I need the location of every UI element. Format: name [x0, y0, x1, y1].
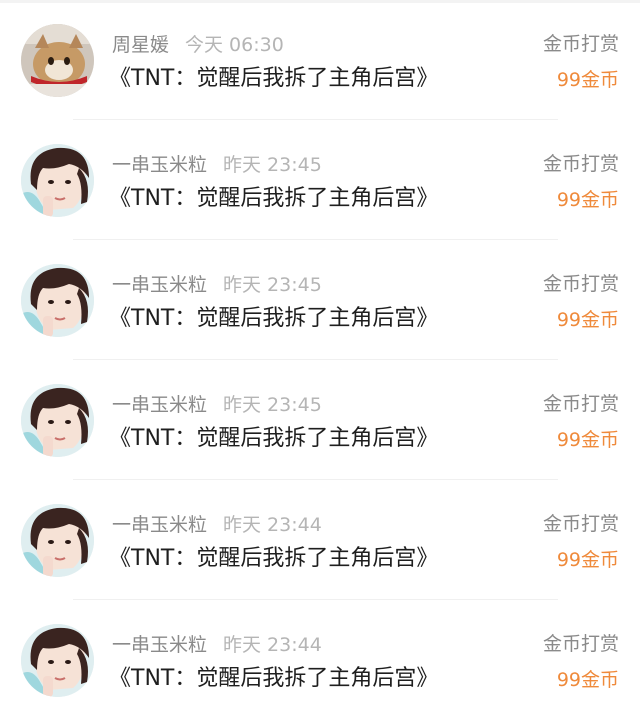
avatar[interactable]	[21, 24, 94, 97]
timestamp: 昨天 23:44	[223, 634, 322, 656]
boy-avatar-image	[21, 144, 94, 217]
book-title[interactable]: 《TNT：觉醒后我拆了主角后宫》	[109, 544, 438, 574]
avatar[interactable]	[21, 504, 94, 577]
book-title[interactable]: 《TNT：觉醒后我拆了主角后宫》	[109, 64, 438, 94]
reward-amount: 99金币	[556, 69, 619, 91]
list-item[interactable]: 一串玉米粒 昨天 23:44 《TNT：觉醒后我拆了主角后宫》 金币打赏 99金币	[0, 480, 640, 600]
avatar[interactable]	[21, 624, 94, 697]
boy-avatar-image	[21, 624, 94, 697]
reward-list: 周星媛 今天 06:30 《TNT：觉醒后我拆了主角后宫》 金币打赏 99金币 一…	[0, 0, 640, 720]
username-line: 一串玉米粒 昨天 23:45	[112, 273, 322, 297]
reward-type-label: 金币打赏	[542, 633, 619, 655]
username[interactable]: 一串玉米粒	[112, 394, 207, 416]
reward-amount: 99金币	[556, 189, 619, 211]
book-title[interactable]: 《TNT：觉醒后我拆了主角后宫》	[109, 664, 438, 694]
list-item[interactable]: 周星媛 今天 06:30 《TNT：觉醒后我拆了主角后宫》 金币打赏 99金币	[0, 0, 640, 120]
avatar[interactable]	[21, 264, 94, 337]
cat-avatar-image	[21, 24, 94, 97]
reward-amount: 99金币	[556, 429, 619, 451]
reward-type-label: 金币打赏	[542, 33, 619, 55]
boy-avatar-image	[21, 264, 94, 337]
book-title[interactable]: 《TNT：觉醒后我拆了主角后宫》	[109, 424, 438, 454]
reward-type-label: 金币打赏	[542, 273, 619, 295]
timestamp: 昨天 23:45	[223, 394, 322, 416]
boy-avatar-image	[21, 384, 94, 457]
reward-amount: 99金币	[556, 549, 619, 571]
reward-amount: 99金币	[556, 309, 619, 331]
timestamp: 今天 06:30	[185, 34, 284, 56]
reward-type-label: 金币打赏	[542, 153, 619, 175]
username-line: 一串玉米粒 昨天 23:44	[112, 633, 322, 657]
reward-type-label: 金币打赏	[542, 513, 619, 535]
book-title[interactable]: 《TNT：觉醒后我拆了主角后宫》	[109, 304, 438, 334]
username[interactable]: 一串玉米粒	[112, 514, 207, 536]
avatar[interactable]	[21, 384, 94, 457]
timestamp: 昨天 23:45	[223, 274, 322, 296]
username[interactable]: 周星媛	[112, 34, 169, 56]
boy-avatar-image	[21, 504, 94, 577]
username[interactable]: 一串玉米粒	[112, 274, 207, 296]
reward-amount: 99金币	[556, 669, 619, 691]
username[interactable]: 一串玉米粒	[112, 634, 207, 656]
username-line: 一串玉米粒 昨天 23:45	[112, 153, 322, 177]
username-line: 周星媛 今天 06:30	[112, 33, 284, 57]
reward-type-label: 金币打赏	[542, 393, 619, 415]
list-item[interactable]: 一串玉米粒 昨天 23:45 《TNT：觉醒后我拆了主角后宫》 金币打赏 99金币	[0, 360, 640, 480]
username-line: 一串玉米粒 昨天 23:45	[112, 393, 322, 417]
username-line: 一串玉米粒 昨天 23:44	[112, 513, 322, 537]
list-item[interactable]: 一串玉米粒 昨天 23:45 《TNT：觉醒后我拆了主角后宫》 金币打赏 99金币	[0, 120, 640, 240]
timestamp: 昨天 23:44	[223, 514, 322, 536]
list-item[interactable]: 一串玉米粒 昨天 23:45 《TNT：觉醒后我拆了主角后宫》 金币打赏 99金币	[0, 240, 640, 360]
book-title[interactable]: 《TNT：觉醒后我拆了主角后宫》	[109, 184, 438, 214]
username[interactable]: 一串玉米粒	[112, 154, 207, 176]
list-item[interactable]: 一串玉米粒 昨天 23:44 《TNT：觉醒后我拆了主角后宫》 金币打赏 99金币	[0, 600, 640, 720]
avatar[interactable]	[21, 144, 94, 217]
timestamp: 昨天 23:45	[223, 154, 322, 176]
